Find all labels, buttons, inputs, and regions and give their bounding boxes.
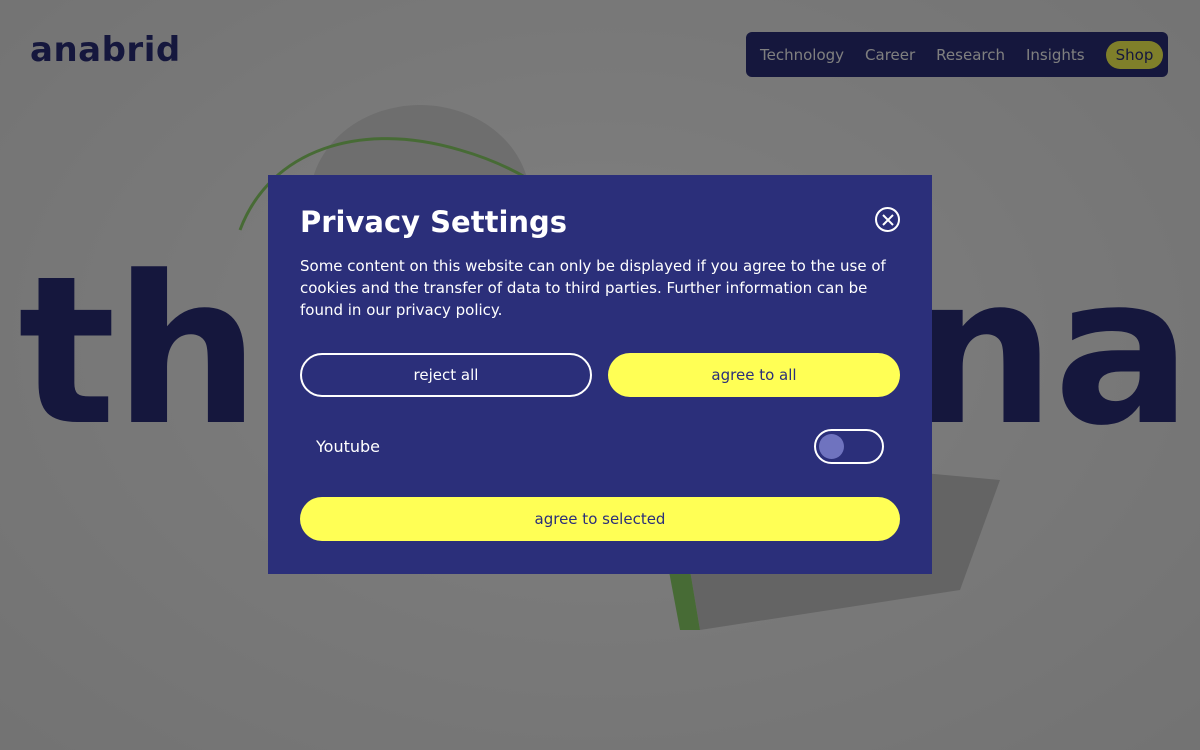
dialog-description: Some content on this website can only be… (300, 256, 886, 319)
close-icon (881, 213, 894, 226)
toggle-knob (819, 434, 844, 460)
agree-to-all-button[interactable]: agree to all (608, 352, 900, 397)
youtube-consent-row: Youtube (300, 429, 900, 465)
youtube-toggle-label: Youtube (316, 437, 380, 457)
reject-all-button[interactable]: reject all (300, 352, 592, 397)
close-button[interactable] (875, 207, 900, 232)
agree-to-selected-button[interactable]: agree to selected (300, 496, 900, 541)
privacy-settings-dialog: Privacy Settings Some content on this we… (268, 175, 932, 574)
dialog-title: Privacy Settings (300, 205, 568, 239)
dialog-primary-actions: reject all agree to all (300, 352, 900, 397)
youtube-toggle[interactable] (814, 429, 884, 465)
